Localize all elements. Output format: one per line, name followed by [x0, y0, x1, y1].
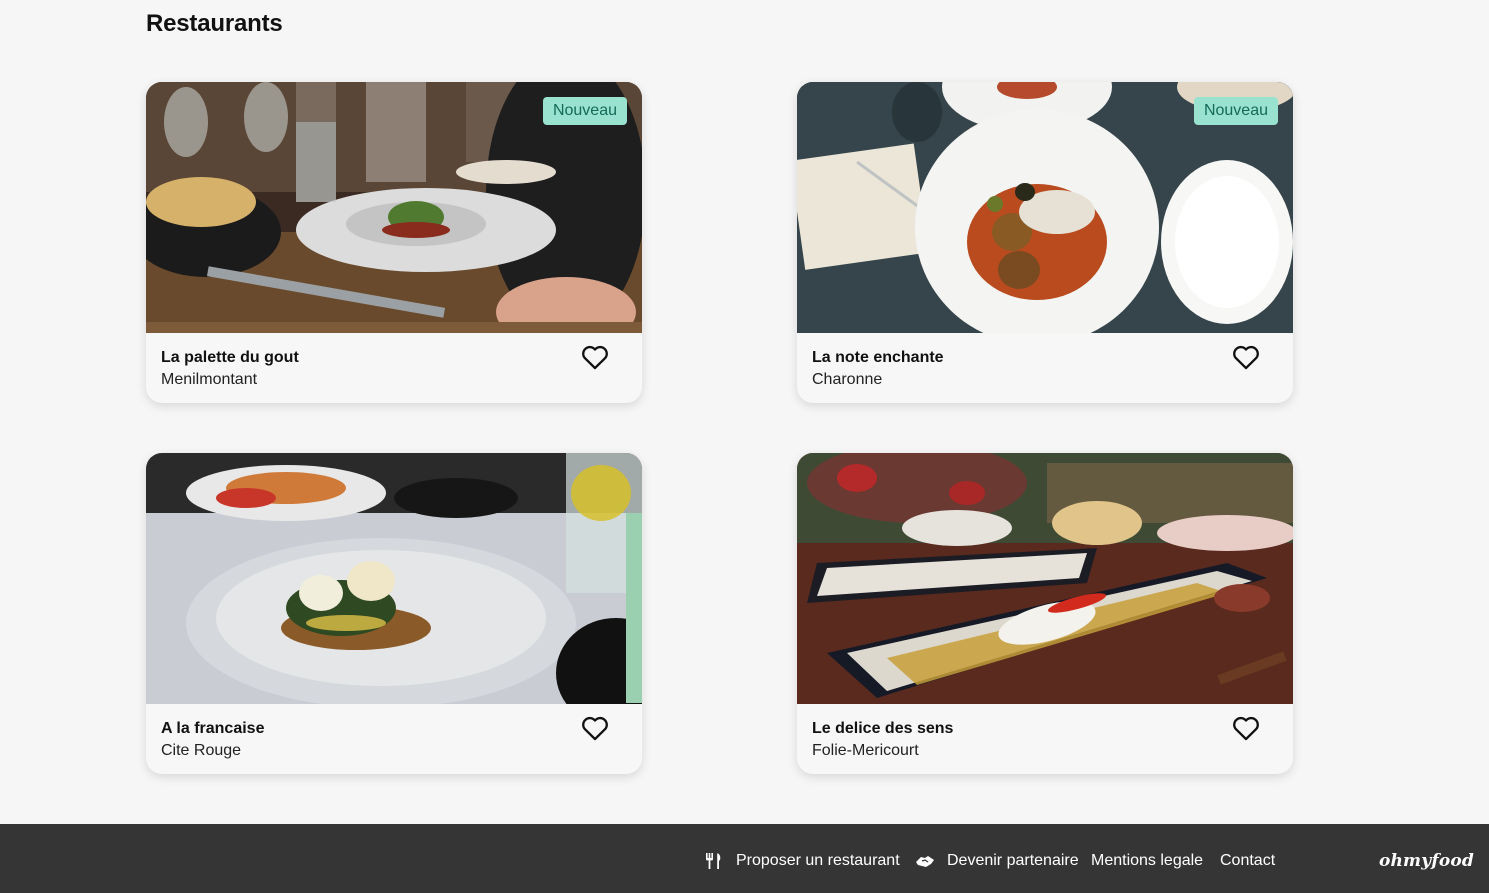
footer-link-label: Devenir partenaire: [947, 852, 1079, 869]
footer-link-label: Contact: [1220, 852, 1276, 869]
restaurant-card-la-palette-du-gout[interactable]: Nouveau La palette du gout Menilmontant: [146, 82, 642, 403]
restaurant-name: La note enchante: [812, 349, 944, 366]
footer-link-contact[interactable]: Contact: [1220, 852, 1275, 870]
heart-icon[interactable]: [581, 344, 609, 370]
new-badge: Nouveau: [542, 97, 627, 125]
restaurant-location: Menilmontant: [161, 371, 258, 388]
restaurant-photo: Nouveau: [146, 82, 642, 333]
footer-link-label: Proposer un restaurant: [736, 852, 900, 869]
restaurant-location: Charonne: [812, 371, 883, 388]
footer-link-propose-restaurant[interactable]: Proposer un restaurant: [704, 852, 900, 870]
restaurant-card-la-note-enchante[interactable]: Nouveau La note enchante Charonne: [797, 82, 1293, 403]
page-title: Restaurants: [146, 10, 283, 37]
restaurant-photo: Nouveau: [797, 82, 1293, 333]
brand-logo[interactable]: ohmyfood: [1379, 851, 1474, 871]
restaurant-location: Cite Rouge: [161, 742, 242, 759]
footer: Proposer un restaurant Devenir partenair…: [0, 824, 1489, 893]
restaurant-photo: [797, 453, 1293, 704]
heart-icon[interactable]: [1232, 715, 1260, 741]
restaurant-name: Le delice des sens: [812, 720, 954, 737]
restaurant-photo: [146, 453, 642, 704]
restaurant-name: La palette du gout: [161, 349, 299, 366]
utensils-icon: [706, 853, 721, 869]
heart-icon[interactable]: [581, 715, 609, 741]
new-badge: Nouveau: [1193, 97, 1278, 125]
footer-link-become-partner[interactable]: Devenir partenaire: [915, 852, 1079, 870]
restaurant-location: Folie-Mericourt: [812, 742, 919, 759]
footer-link-label: Mentions legale: [1091, 852, 1204, 869]
footer-link-legal-mentions[interactable]: Mentions legale: [1091, 852, 1203, 870]
restaurant-card-a-la-francaise[interactable]: A la francaise Cite Rouge: [146, 453, 642, 774]
heart-icon[interactable]: [1232, 344, 1260, 370]
restaurant-name: A la francaise: [161, 720, 265, 737]
handshake-icon: [916, 856, 934, 867]
restaurant-card-le-delice-des-sens[interactable]: Le delice des sens Folie-Mericourt: [797, 453, 1293, 774]
